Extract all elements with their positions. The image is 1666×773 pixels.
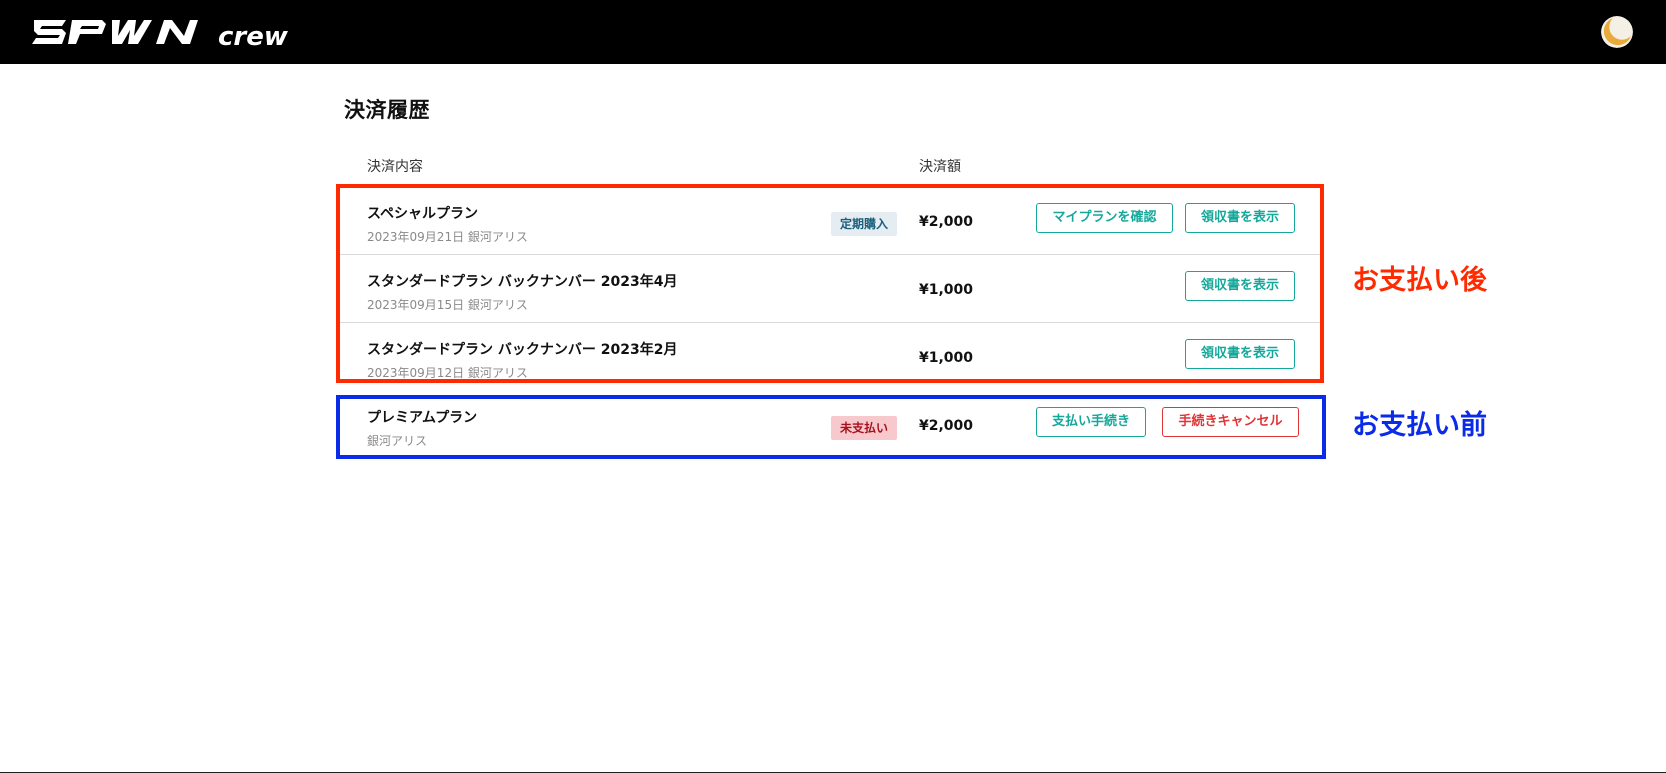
payment-amount: ¥2,000 [919,418,974,434]
view-receipt-button[interactable]: 領収書を表示 [1185,339,1295,369]
before-payment-annotation: お支払い前 [1352,410,1487,441]
payment-item-date-creator: 2023年09月12日 銀河アリス [367,366,528,380]
payment-item-title: スタンダードプラン バックナンバー 2023年4月 [367,274,678,290]
payment-amount: ¥1,000 [919,282,974,298]
column-header-content: 決済内容 [367,159,423,175]
payment-row-unpaid: プレミアムプラン 銀河アリス 未支払い ¥2,000 支払い手続き 手続きキャン… [340,392,1320,460]
payment-amount: ¥1,000 [919,350,974,366]
payment-item-creator: 銀河アリス [367,434,428,448]
payment-row: スペシャルプラン 2023年09月21日 銀河アリス 定期購入 ¥2,000 マ… [340,188,1320,256]
proceed-payment-button[interactable]: 支払い手続き [1036,407,1146,437]
payment-item-title: スタンダードプラン バックナンバー 2023年2月 [367,342,678,358]
top-header: crew [0,0,1666,64]
payment-item-date-creator: 2023年09月15日 銀河アリス [367,298,528,312]
payment-row: スタンダードプラン バックナンバー 2023年2月 2023年09月12日 銀河… [340,324,1320,392]
logo-sub-text: crew [218,22,289,48]
row-divider [340,254,1320,255]
view-receipt-button[interactable]: 領収書を表示 [1185,271,1295,301]
payment-item-title: スペシャルプラン [367,206,479,222]
payment-row: スタンダードプラン バックナンバー 2023年4月 2023年09月15日 銀河… [340,256,1320,324]
view-receipt-button[interactable]: 領収書を表示 [1185,203,1295,233]
after-payment-annotation: お支払い後 [1352,265,1487,296]
view-my-plan-button[interactable]: マイプランを確認 [1036,203,1173,233]
cancel-procedure-button[interactable]: 手続きキャンセル [1162,407,1299,437]
column-header-amount: 決済額 [919,159,961,175]
spwn-crew-logo[interactable]: crew [32,16,312,48]
subscription-badge: 定期購入 [831,212,898,236]
user-avatar[interactable] [1601,16,1633,48]
payment-amount: ¥2,000 [919,214,974,230]
payment-item-title: プレミアムプラン [367,410,478,426]
unpaid-badge: 未支払い [831,416,898,440]
row-divider [340,322,1320,323]
payment-item-date-creator: 2023年09月21日 銀河アリス [367,230,528,244]
page-title: 決済履歴 [344,98,430,122]
